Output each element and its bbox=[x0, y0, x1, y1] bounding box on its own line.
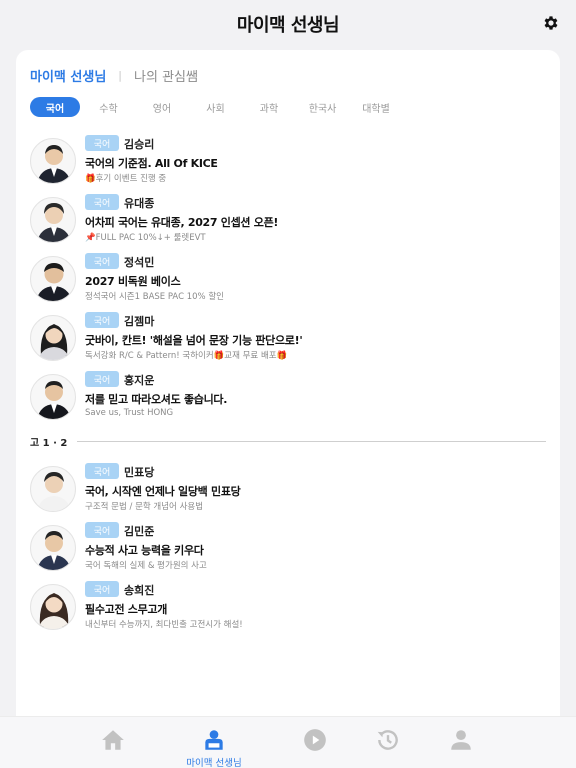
teacher-slogan: 국어의 기준점. All Of KICE bbox=[85, 157, 218, 170]
teacher-subtext: 구조적 문법 / 문학 개념어 사용법 bbox=[85, 502, 204, 512]
subject-tag: 국어 bbox=[85, 581, 119, 597]
teacher-avatar bbox=[30, 315, 76, 361]
divider-line bbox=[77, 441, 546, 442]
subject-tag: 국어 bbox=[85, 522, 119, 538]
teacher-slogan: 2027 비독원 베이스 bbox=[85, 275, 181, 288]
subject-chip-math[interactable]: 수학 bbox=[84, 97, 134, 117]
top-bar: 마이맥 선생님 bbox=[0, 0, 576, 48]
teacher-avatar bbox=[30, 525, 76, 571]
teacher-slogan: 어차피 국어는 유대종, 2027 인셉션 오픈! bbox=[85, 216, 279, 229]
teacher-subtext: Save us, Trust HONG bbox=[85, 408, 174, 418]
teacher-row[interactable]: 국어 정석민 2027 비독원 베이스 정석국어 시즌1 BASE PAC 10… bbox=[30, 253, 550, 312]
teacher-row[interactable]: 국어 김젬마 굿바이, 칸트! '해설을 넘어 문장 기능 판단으로!' 독서강… bbox=[30, 312, 550, 371]
teacher-slogan: 저를 믿고 따라오셔도 좋습니다. bbox=[85, 393, 228, 406]
play-circle-icon bbox=[304, 729, 326, 751]
teacher-slogan: 국어, 시작엔 언제나 일당백 민표당 bbox=[85, 485, 241, 498]
teacher-name: 홍지운 bbox=[124, 374, 155, 387]
gear-icon[interactable] bbox=[542, 14, 560, 32]
subject-chip-english[interactable]: 영어 bbox=[137, 97, 187, 117]
subject-tag: 국어 bbox=[85, 312, 119, 328]
teacher-subtext: 🎁후기 이벤트 진행 중 bbox=[85, 174, 167, 184]
subject-tag: 국어 bbox=[85, 371, 119, 387]
content-card: 마이맥 선생님 | 나의 관심쌤 국어 수학 영어 사회 과학 한국사 대학별 … bbox=[16, 50, 560, 720]
teacher-avatar bbox=[30, 197, 76, 243]
teacher-avatar bbox=[30, 466, 76, 512]
teacher-row[interactable]: 국어 김민준 수능적 사고 능력을 키우다 국어 독해의 실제 & 평가원의 사… bbox=[30, 522, 550, 581]
teacher-avatar bbox=[30, 374, 76, 420]
teacher-slogan: 수능적 사고 능력을 키우다 bbox=[85, 544, 204, 557]
tab-my-teachers-label: 마이맥 선생님 bbox=[186, 758, 242, 768]
teacher-avatar bbox=[30, 138, 76, 184]
teacher-row[interactable]: 국어 김승리 국어의 기준점. All Of KICE 🎁후기 이벤트 진행 중 bbox=[30, 135, 550, 194]
teacher-name: 김승리 bbox=[124, 138, 155, 151]
teacher-avatar bbox=[30, 584, 76, 630]
subject-tag: 국어 bbox=[85, 463, 119, 479]
home-icon bbox=[102, 730, 124, 750]
tab-my-teachers[interactable]: 마이맥 선생님 bbox=[184, 717, 244, 768]
teacher-row[interactable]: 국어 홍지운 저를 믿고 따라오셔도 좋습니다. Save us, Trust … bbox=[30, 371, 550, 430]
teacher-name: 유대종 bbox=[124, 197, 155, 210]
subject-tag: 국어 bbox=[85, 253, 119, 269]
teacher-subtext: 📌FULL PAC 10%↓+ 룰렛EVT bbox=[85, 233, 206, 243]
tab-profile[interactable] bbox=[431, 717, 491, 768]
teacher-slogan: 필수고전 스무고개 bbox=[85, 603, 168, 616]
grade-section-divider: 고 1 · 2 bbox=[30, 434, 546, 449]
subject-chip-korean-history[interactable]: 한국사 bbox=[298, 97, 348, 117]
teacher-slogan: 굿바이, 칸트! '해설을 넘어 문장 기능 판단으로!' bbox=[85, 334, 303, 347]
teacher-list-grade12: 국어 민표당 국어, 시작엔 언제나 일당백 민표당 구조적 문법 / 문학 개… bbox=[30, 463, 550, 640]
teacher-name: 송희진 bbox=[124, 584, 155, 597]
person-icon bbox=[451, 730, 471, 750]
teacher-name: 김민준 bbox=[124, 525, 155, 538]
bottom-tab-bar: 마이맥 선생님 bbox=[0, 716, 576, 768]
grade-section-label: 고 1 · 2 bbox=[30, 438, 68, 449]
subject-chip-university[interactable]: 대학별 bbox=[351, 97, 401, 117]
segment-my-teachers[interactable]: 마이맥 선생님 bbox=[30, 66, 106, 85]
teacher-row[interactable]: 국어 유대종 어차피 국어는 유대종, 2027 인셉션 오픈! 📌FULL P… bbox=[30, 194, 550, 253]
segment-divider: | bbox=[118, 69, 123, 82]
subject-chip-social[interactable]: 사회 bbox=[191, 97, 241, 117]
teacher-list: 국어 김승리 국어의 기준점. All Of KICE 🎁후기 이벤트 진행 중… bbox=[30, 135, 550, 430]
subject-chip-science[interactable]: 과학 bbox=[244, 97, 294, 117]
tab-play[interactable] bbox=[285, 717, 345, 768]
teacher-subtext: 국어 독해의 실제 & 평가원의 사고 bbox=[85, 561, 207, 571]
subject-tag: 국어 bbox=[85, 194, 119, 210]
tab-history[interactable] bbox=[358, 717, 418, 768]
subject-chip-korean[interactable]: 국어 bbox=[30, 97, 80, 117]
teacher-name: 민표당 bbox=[124, 466, 155, 479]
teacher-avatar bbox=[30, 256, 76, 302]
teacher-row[interactable]: 국어 송희진 필수고전 스무고개 내신부터 수능까지, 최다빈출 고전시가 해설… bbox=[30, 581, 550, 640]
history-icon bbox=[377, 730, 398, 750]
teacher-icon bbox=[205, 730, 223, 750]
teacher-subtext: 독서강화 R/C & Pattern! 국하이커🎁교재 무료 배포🎁 bbox=[85, 351, 288, 361]
teacher-name: 정석민 bbox=[124, 256, 155, 269]
subject-tag: 국어 bbox=[85, 135, 119, 151]
tab-home[interactable] bbox=[83, 717, 143, 768]
teacher-row[interactable]: 국어 민표당 국어, 시작엔 언제나 일당백 민표당 구조적 문법 / 문학 개… bbox=[30, 463, 550, 522]
segment-control: 마이맥 선생님 | 나의 관심쌤 bbox=[30, 66, 198, 85]
subject-chips: 국어 수학 영어 사회 과학 한국사 대학별 bbox=[30, 97, 405, 117]
segment-interest-teachers[interactable]: 나의 관심쌤 bbox=[134, 66, 198, 85]
page-title: 마이맥 선생님 bbox=[236, 15, 340, 36]
teacher-subtext: 내신부터 수능까지, 최다빈출 고전시가 해설! bbox=[85, 620, 243, 630]
teacher-subtext: 정석국어 시즌1 BASE PAC 10% 할인 bbox=[85, 292, 224, 302]
teacher-name: 김젬마 bbox=[124, 315, 155, 328]
